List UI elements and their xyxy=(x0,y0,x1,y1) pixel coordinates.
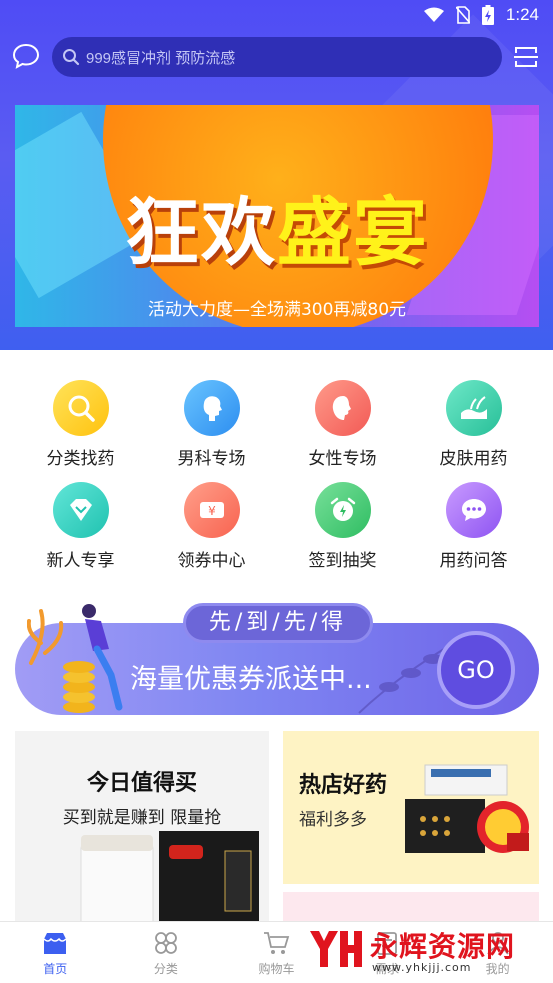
status-icons: 1:24 xyxy=(423,5,539,25)
watermark-name: 永辉资源网 xyxy=(370,930,516,963)
medicine-product-image xyxy=(80,831,259,931)
status-time: 1:24 xyxy=(505,5,539,24)
cart-icon xyxy=(264,932,290,954)
category-skin[interactable]: 皮肤用药 xyxy=(408,380,539,482)
category-icon xyxy=(154,932,177,954)
watermark: 永辉资源网 www.yhkjjj.com xyxy=(306,925,546,981)
search-placeholder: 999感冒冲剂 预防流感 xyxy=(86,49,236,67)
nav-label: 首页 xyxy=(43,962,68,976)
category-label: 男科专场 xyxy=(177,449,246,469)
category-row: 新人专享 ¥ 领券中心 签到抽奖 用药问答 xyxy=(15,482,539,584)
person-illustration xyxy=(27,604,123,713)
status-bar: 1:24 xyxy=(0,0,553,32)
banner-title-white: 狂欢 xyxy=(125,190,277,276)
category-find-medicine[interactable]: 分类找药 xyxy=(15,380,146,482)
nav-label: 购物车 xyxy=(258,962,295,976)
coupon-promo-banner[interactable]: 先/到/先/得 海量优惠券派送中... GO xyxy=(15,603,539,717)
coupon-icon: ¥ xyxy=(183,482,240,538)
promo-tag: 先/到/先/得 xyxy=(183,603,373,643)
category-label: 分类找药 xyxy=(46,449,115,469)
message-icon[interactable] xyxy=(12,42,40,70)
nav-home[interactable]: 首页 xyxy=(0,922,111,983)
wifi-icon xyxy=(423,7,444,22)
category-label: 领券中心 xyxy=(177,551,246,571)
category-label: 新人专享 xyxy=(46,551,115,571)
card-subtitle: 买到就是赚到 限量抢 xyxy=(62,808,222,828)
category-grid: 分类找药 男科专场 女性专场 皮肤用药 新人专享 ¥ 领券中心 签到抽奖 用药问… xyxy=(15,380,539,584)
watermark-url: www.yhkjjj.com xyxy=(372,961,472,974)
category-label: 女性专场 xyxy=(308,449,377,469)
category-female[interactable]: 女性专场 xyxy=(277,380,408,482)
banner-subtitle: 活动大力度—全场满300再减80元 xyxy=(147,300,407,320)
watermark-logo-icon xyxy=(310,931,362,967)
category-label: 签到抽奖 xyxy=(308,551,377,571)
category-label: 用药问答 xyxy=(439,551,508,571)
diamond-icon xyxy=(52,482,109,538)
promo-text: 海量优惠券派送中... xyxy=(130,664,372,695)
female-profile-icon xyxy=(314,380,371,436)
sim-off-icon xyxy=(455,6,470,24)
medicine-box-image xyxy=(405,764,529,853)
category-male[interactable]: 男科专场 xyxy=(146,380,277,482)
category-newcomer[interactable]: 新人专享 xyxy=(15,482,146,584)
banner-title: 狂欢盛宴 xyxy=(15,173,539,280)
category-label: 皮肤用药 xyxy=(439,449,508,469)
home-icon xyxy=(43,933,67,954)
hot-store-card[interactable]: 热店好药 福利多多 xyxy=(283,731,539,884)
search-input[interactable]: 999感冒冲剂 预防流感 xyxy=(52,37,502,77)
card-title: 今日值得买 xyxy=(86,771,197,796)
nav-label: 分类 xyxy=(153,962,178,976)
svg-text:¥: ¥ xyxy=(208,504,216,518)
category-medicine-qa[interactable]: 用药问答 xyxy=(408,482,539,584)
home-page: 1:24 999感冒冲剂 预防流感 狂欢盛宴 活动大力度—全场满300再减80元 xyxy=(0,0,553,983)
card-subtitle: 福利多多 xyxy=(299,810,367,830)
skin-icon xyxy=(445,380,502,436)
search-icon xyxy=(63,49,80,66)
card-title: 热店好药 xyxy=(299,773,388,798)
chat-bubble-icon xyxy=(445,482,502,538)
nav-category[interactable]: 分类 xyxy=(111,922,222,983)
scan-icon[interactable] xyxy=(513,44,539,70)
male-profile-icon xyxy=(183,380,240,436)
promo-banner[interactable]: 狂欢盛宴 活动大力度—全场满300再减80元 xyxy=(15,105,539,327)
category-coupon-center[interactable]: ¥ 领券中心 xyxy=(146,482,277,584)
category-row: 分类找药 男科专场 女性专场 皮肤用药 xyxy=(15,380,539,482)
category-checkin-lottery[interactable]: 签到抽奖 xyxy=(277,482,408,584)
banner-title-yellow: 盛宴 xyxy=(277,190,429,276)
alarm-clock-icon xyxy=(314,482,371,538)
search-icon xyxy=(52,380,109,436)
battery-charging-icon xyxy=(481,5,494,25)
go-button[interactable]: GO xyxy=(437,631,515,709)
daily-deals-card[interactable]: 今日值得买 买到就是赚到 限量抢 xyxy=(15,731,269,931)
